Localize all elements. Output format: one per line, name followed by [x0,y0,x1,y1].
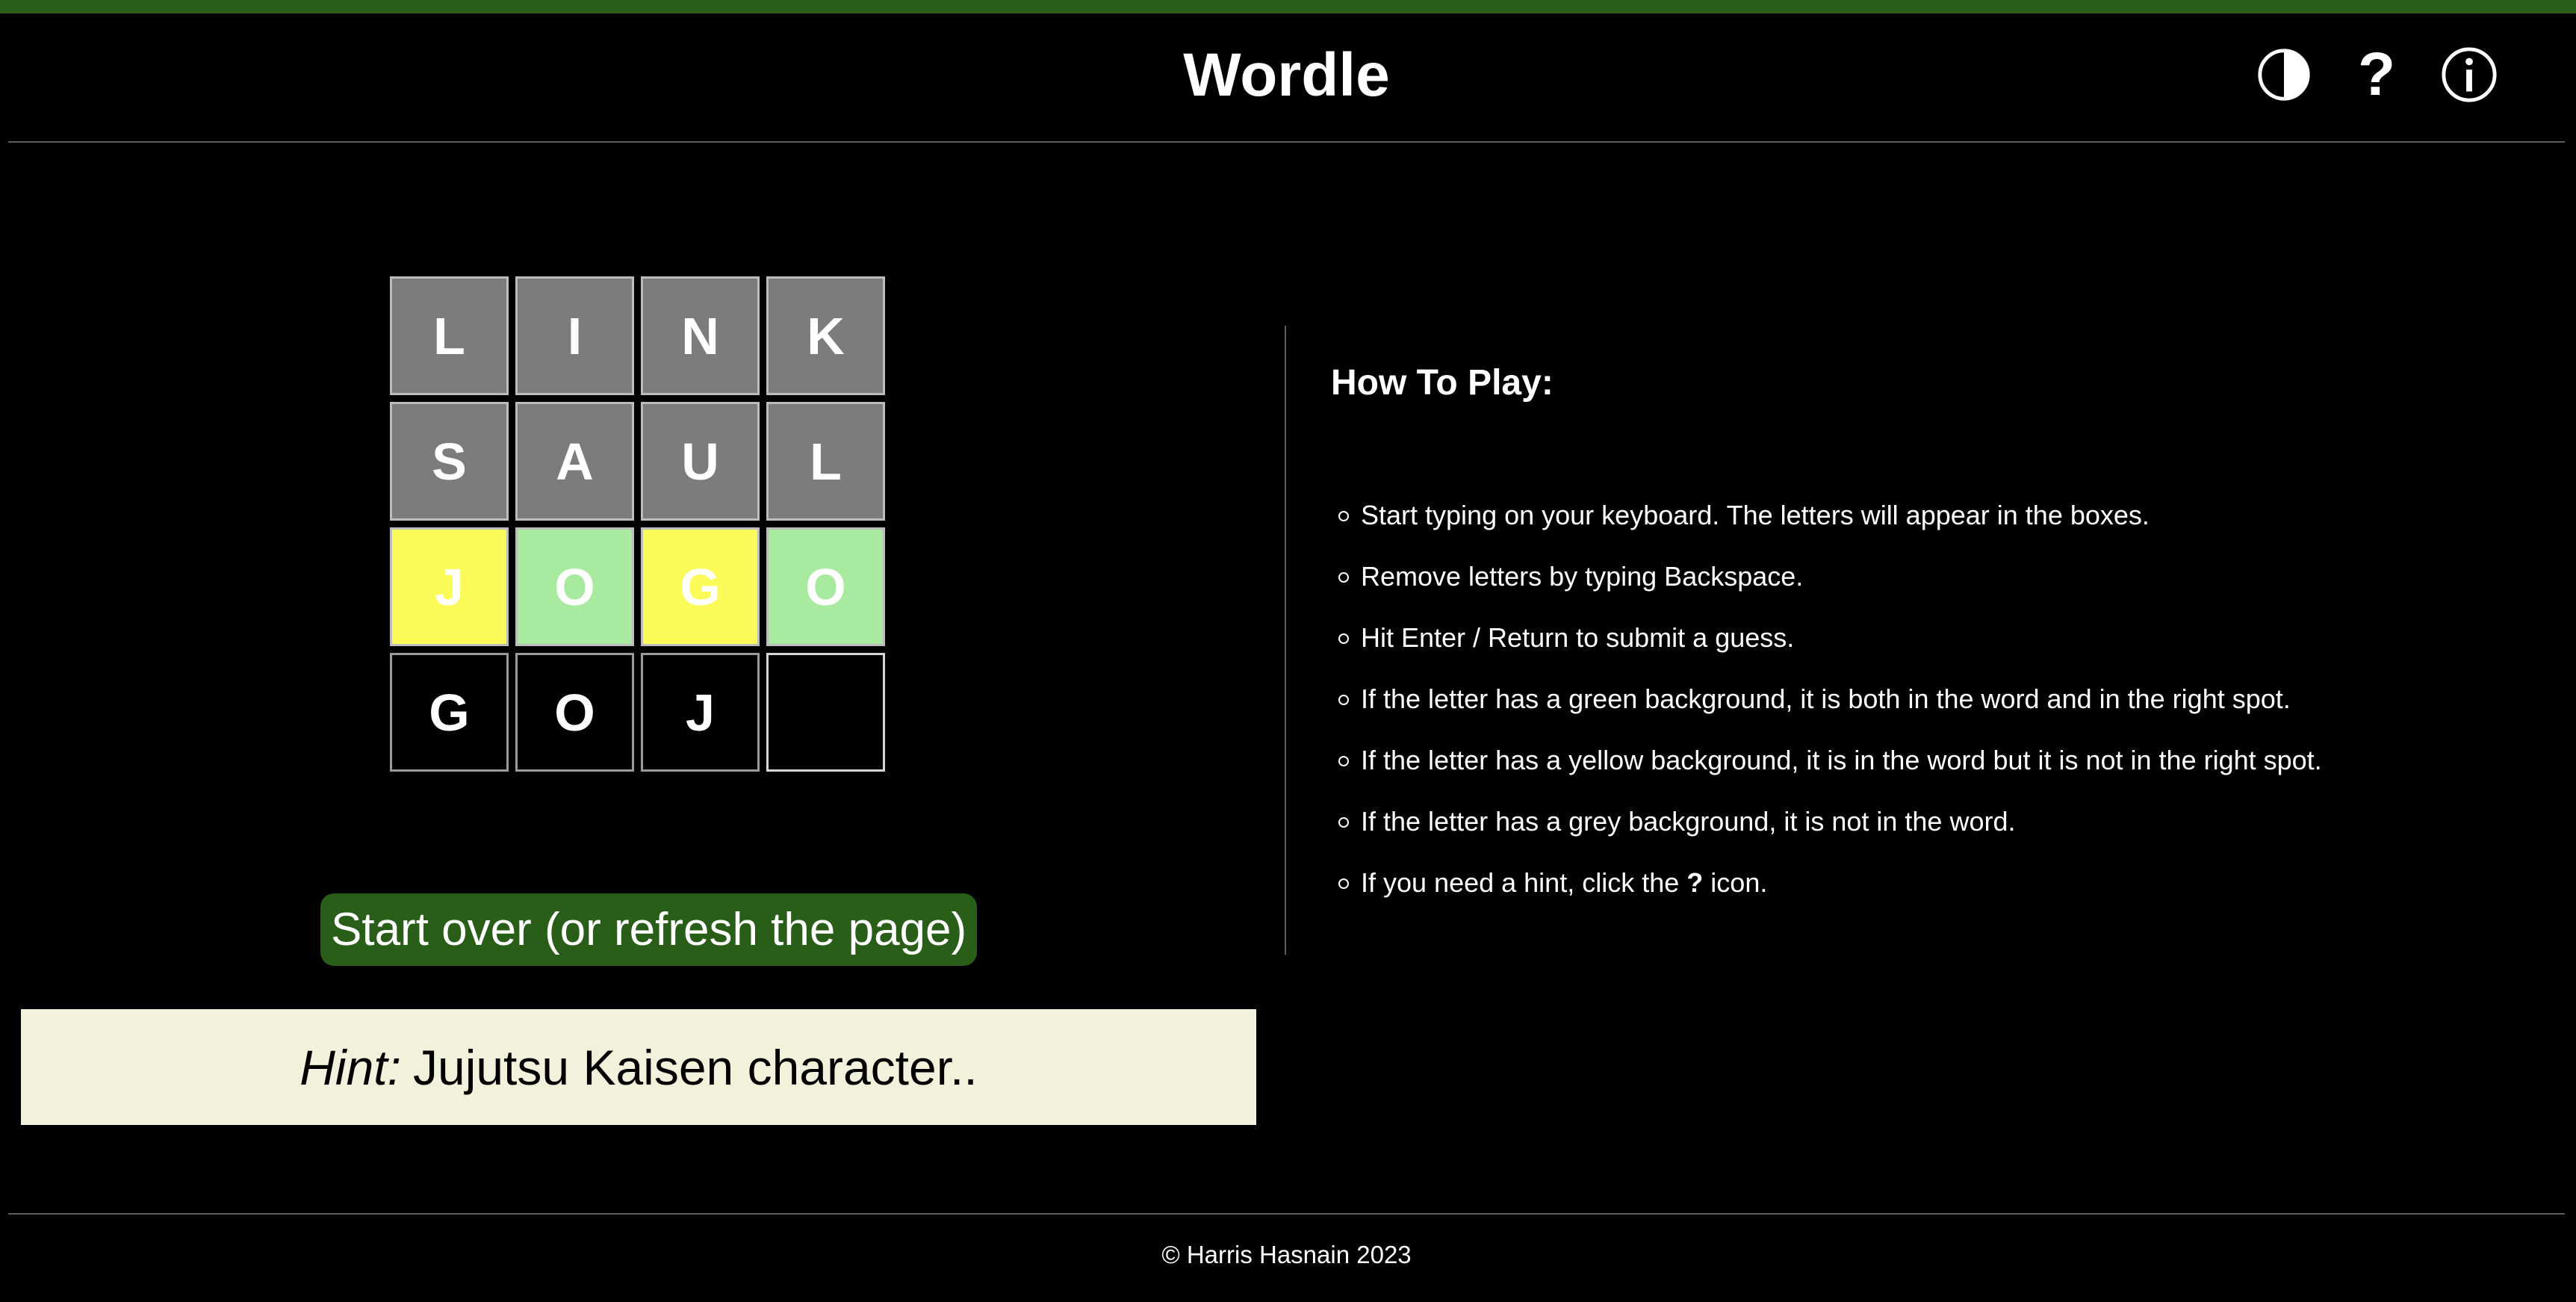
contrast-icon[interactable] [2254,45,2314,105]
board-tile: U [641,402,760,521]
board-tile: A [515,402,634,521]
rule-item: If the letter has a grey background, it … [1331,806,2496,837]
bullet-icon [1338,633,1349,644]
board-tile: L [766,402,885,521]
top-accent-bar [0,0,2576,13]
board-tile [766,653,885,772]
how-to-play: How To Play: Start typing on your keyboa… [1331,365,2496,929]
hint-text: Jujutsu Kaisen character.. [412,1039,978,1095]
hint-label: Hint: [300,1039,401,1095]
start-over-button[interactable]: Start over (or refresh the page) [320,893,978,966]
rule-item: If the letter has a green background, it… [1331,683,2496,715]
column-divider [1285,326,1286,955]
board-tile: G [390,653,509,772]
board-tile: O [766,527,885,646]
rule-item: Start typing on your keyboard. The lette… [1331,500,2496,531]
bullet-icon [1338,817,1349,828]
board-tile: J [641,653,760,772]
board-tile: O [515,527,634,646]
header: Wordle ? [8,13,2565,143]
wordle-page: Wordle ? LINKSAULJOGOGOJ Start over (or … [0,0,2576,1302]
rule-item: If you need a hint, click the ? icon. [1331,867,2496,899]
hint-question-mark: ? [1686,867,1704,898]
hint-box: Hint: Jujutsu Kaisen character.. [21,1009,1256,1125]
board-tile: J [390,527,509,646]
board-tile: K [766,276,885,395]
rule-item: If the letter has a yellow background, i… [1331,745,2496,776]
bullet-icon [1338,695,1349,705]
board-tile: O [515,653,634,772]
bullet-icon [1338,878,1349,889]
board-tile: N [641,276,760,395]
board-tile: S [390,402,509,521]
board-tile: G [641,527,760,646]
header-icons: ? [2254,40,2499,108]
help-icon[interactable]: ? [2347,40,2406,108]
rule-item: Hit Enter / Return to submit a guess. [1331,622,2496,654]
rule-item: Remove letters by typing Backspace. [1331,561,2496,592]
info-icon[interactable] [2439,45,2499,105]
how-to-play-title: How To Play: [1331,363,1554,403]
copyright-text: © Harris Hasnain 2023 [1161,1241,1412,1268]
help-glyph: ? [2357,40,2396,108]
bullet-icon [1338,511,1349,521]
page-title: Wordle [1183,41,1390,109]
rules-list: Start typing on your keyboard. The lette… [1331,500,2496,899]
board-tile: I [515,276,634,395]
bullet-icon [1338,756,1349,766]
board-tile: L [390,276,509,395]
footer: © Harris Hasnain 2023 [8,1213,2565,1268]
game-board: LINKSAULJOGOGOJ [390,276,885,772]
bullet-icon [1338,572,1349,583]
